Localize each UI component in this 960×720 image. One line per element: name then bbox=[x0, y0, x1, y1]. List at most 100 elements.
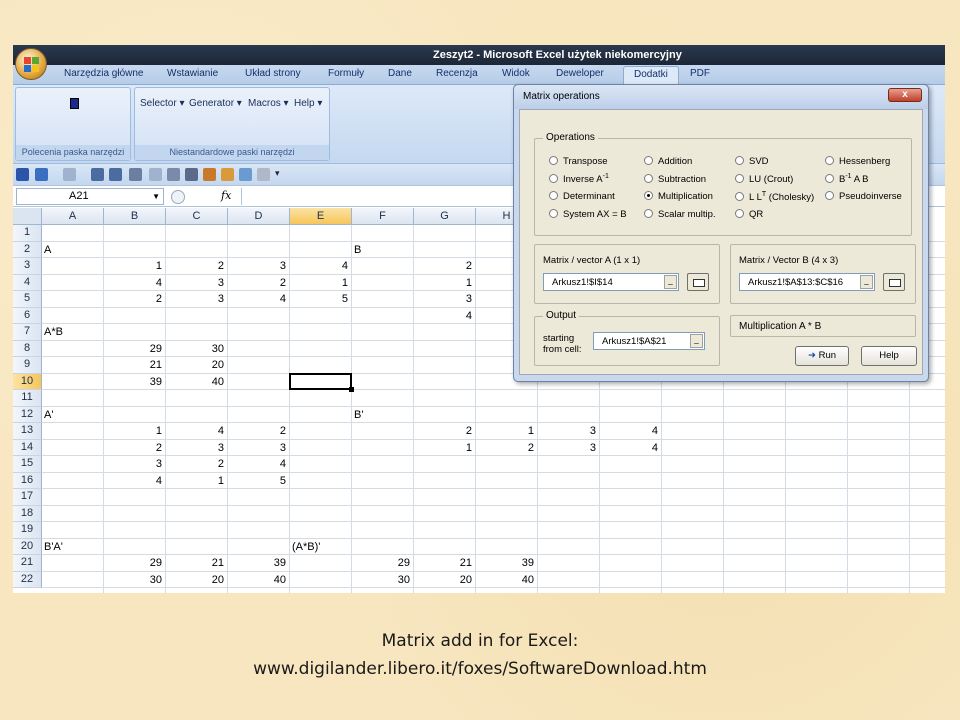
row-header-20[interactable]: 20 bbox=[13, 538, 42, 555]
cell-c13[interactable]: 4 bbox=[166, 423, 228, 439]
crosshair-icon[interactable] bbox=[167, 168, 180, 181]
picture-icon[interactable] bbox=[221, 168, 234, 181]
cell-b21[interactable]: 29 bbox=[104, 555, 166, 571]
radio-inverse[interactable]: Inverse A-1 bbox=[549, 173, 609, 185]
matrix-a-refedit[interactable]: Arkusz1!$I$14 _ bbox=[543, 273, 679, 291]
save-icon[interactable] bbox=[16, 168, 29, 181]
row-header-22[interactable]: 22 bbox=[13, 571, 42, 588]
row-header-14[interactable]: 14 bbox=[13, 439, 42, 456]
cell-b8[interactable]: 29 bbox=[104, 341, 166, 357]
cell-c3[interactable]: 2 bbox=[166, 258, 228, 274]
cell-c15[interactable]: 2 bbox=[166, 456, 228, 472]
cell-b5[interactable]: 2 bbox=[104, 291, 166, 307]
macros-menu[interactable]: Macros ▾ bbox=[248, 98, 289, 109]
radio-svd[interactable]: SVD bbox=[735, 156, 769, 167]
cell-h21[interactable]: 39 bbox=[476, 555, 538, 571]
run-button[interactable]: ➜ Run bbox=[795, 346, 849, 366]
cell-h14[interactable]: 2 bbox=[476, 440, 538, 456]
tab-6[interactable]: Widok bbox=[502, 68, 530, 79]
column-header-e[interactable]: E bbox=[290, 208, 352, 225]
cell-g13[interactable]: 2 bbox=[414, 423, 476, 439]
radio-subtraction[interactable]: Subtraction bbox=[644, 174, 706, 185]
redo-icon[interactable] bbox=[63, 168, 76, 181]
row-header-4[interactable]: 4 bbox=[13, 274, 42, 291]
cell-d16[interactable]: 5 bbox=[228, 473, 290, 489]
cell-g5[interactable]: 3 bbox=[414, 291, 476, 307]
omega-icon[interactable] bbox=[185, 168, 198, 181]
cell-e3[interactable]: 4 bbox=[290, 258, 352, 274]
cell-d22[interactable]: 40 bbox=[228, 572, 290, 588]
collapse-icon[interactable]: _ bbox=[860, 275, 873, 289]
cell-d5[interactable]: 4 bbox=[228, 291, 290, 307]
radio-pseudoinverse[interactable]: Pseudoinverse bbox=[825, 191, 902, 202]
cell-h13[interactable]: 1 bbox=[476, 423, 538, 439]
cell-f22[interactable]: 30 bbox=[352, 572, 414, 588]
radio-qr[interactable]: QR bbox=[735, 209, 763, 220]
cell-e20[interactable]: (A*B)' bbox=[290, 539, 352, 555]
cell-e5[interactable]: 5 bbox=[290, 291, 352, 307]
matrix-b-refedit[interactable]: Arkusz1!$A$13:$C$16 _ bbox=[739, 273, 875, 291]
tab-1[interactable]: Wstawianie bbox=[167, 68, 218, 79]
calculator-icon[interactable] bbox=[129, 168, 142, 181]
column-header-a[interactable]: A bbox=[42, 208, 104, 225]
radio-scalar[interactable]: Scalar multip. bbox=[644, 209, 716, 220]
row-header-12[interactable]: 12 bbox=[13, 406, 42, 423]
select-all-corner[interactable] bbox=[13, 208, 42, 225]
cell-f2[interactable]: B bbox=[352, 242, 414, 258]
cell-b3[interactable]: 1 bbox=[104, 258, 166, 274]
tab-8[interactable]: Dodatki bbox=[623, 66, 679, 85]
column-header-b[interactable]: B bbox=[104, 208, 166, 225]
cell-j13[interactable]: 4 bbox=[600, 423, 662, 439]
radio-determinant[interactable]: Determinant bbox=[549, 191, 615, 202]
tab-4[interactable]: Dane bbox=[388, 68, 412, 79]
cell-h22[interactable]: 40 bbox=[476, 572, 538, 588]
cell-g6[interactable]: 4 bbox=[414, 308, 476, 324]
tab-5[interactable]: Recenzja bbox=[436, 68, 478, 79]
help-button[interactable]: Help bbox=[861, 346, 917, 366]
row-header-2[interactable]: 2 bbox=[13, 241, 42, 258]
cell-d4[interactable]: 2 bbox=[228, 275, 290, 291]
cell-c22[interactable]: 20 bbox=[166, 572, 228, 588]
tab-0[interactable]: Narzędzia główne bbox=[64, 68, 144, 79]
cell-b16[interactable]: 4 bbox=[104, 473, 166, 489]
cell-b22[interactable]: 30 bbox=[104, 572, 166, 588]
radio-multiplication[interactable]: Multiplication bbox=[644, 191, 713, 202]
row-header-19[interactable]: 19 bbox=[13, 522, 42, 539]
radio-cholesky[interactable]: L LT (Cholesky) bbox=[735, 191, 814, 203]
radio-transpose[interactable]: Transpose bbox=[549, 156, 608, 167]
cell-a12[interactable]: A' bbox=[42, 407, 104, 423]
sort-ascending-icon[interactable] bbox=[91, 168, 104, 181]
toolbar-command-icon[interactable] bbox=[70, 98, 79, 109]
cell-c16[interactable]: 1 bbox=[166, 473, 228, 489]
row-header-17[interactable]: 17 bbox=[13, 489, 42, 506]
output-refedit[interactable]: Arkusz1!$A$21 _ bbox=[593, 332, 705, 350]
cell-g4[interactable]: 1 bbox=[414, 275, 476, 291]
cell-b14[interactable]: 2 bbox=[104, 440, 166, 456]
row-header-10[interactable]: 10 bbox=[13, 373, 42, 390]
cell-c21[interactable]: 21 bbox=[166, 555, 228, 571]
close-button[interactable]: x bbox=[888, 88, 922, 102]
tab-9[interactable]: PDF bbox=[690, 68, 710, 79]
tab-2[interactable]: Układ strony bbox=[245, 68, 301, 79]
cell-a2[interactable]: A bbox=[42, 242, 104, 258]
cell-g14[interactable]: 1 bbox=[414, 440, 476, 456]
refresh-icon[interactable] bbox=[149, 168, 162, 181]
cell-g21[interactable]: 21 bbox=[414, 555, 476, 571]
cell-f21[interactable]: 29 bbox=[352, 555, 414, 571]
formula-bar-expand-icon[interactable] bbox=[171, 190, 185, 204]
undo-icon[interactable] bbox=[35, 168, 48, 181]
selector-menu[interactable]: Selector ▾ bbox=[140, 98, 184, 109]
tab-3[interactable]: Formuły bbox=[328, 68, 364, 79]
cell-b15[interactable]: 3 bbox=[104, 456, 166, 472]
cell-a20[interactable]: B'A' bbox=[42, 539, 104, 555]
row-header-13[interactable]: 13 bbox=[13, 423, 42, 440]
cell-b4[interactable]: 4 bbox=[104, 275, 166, 291]
radio-system[interactable]: System AX = B bbox=[549, 209, 627, 220]
active-cell-outline[interactable] bbox=[289, 372, 354, 392]
cell-d21[interactable]: 39 bbox=[228, 555, 290, 571]
cell-g22[interactable]: 20 bbox=[414, 572, 476, 588]
row-header-3[interactable]: 3 bbox=[13, 258, 42, 275]
cell-c4[interactable]: 3 bbox=[166, 275, 228, 291]
cell-e4[interactable]: 1 bbox=[290, 275, 352, 291]
column-header-g[interactable]: G bbox=[414, 208, 476, 225]
